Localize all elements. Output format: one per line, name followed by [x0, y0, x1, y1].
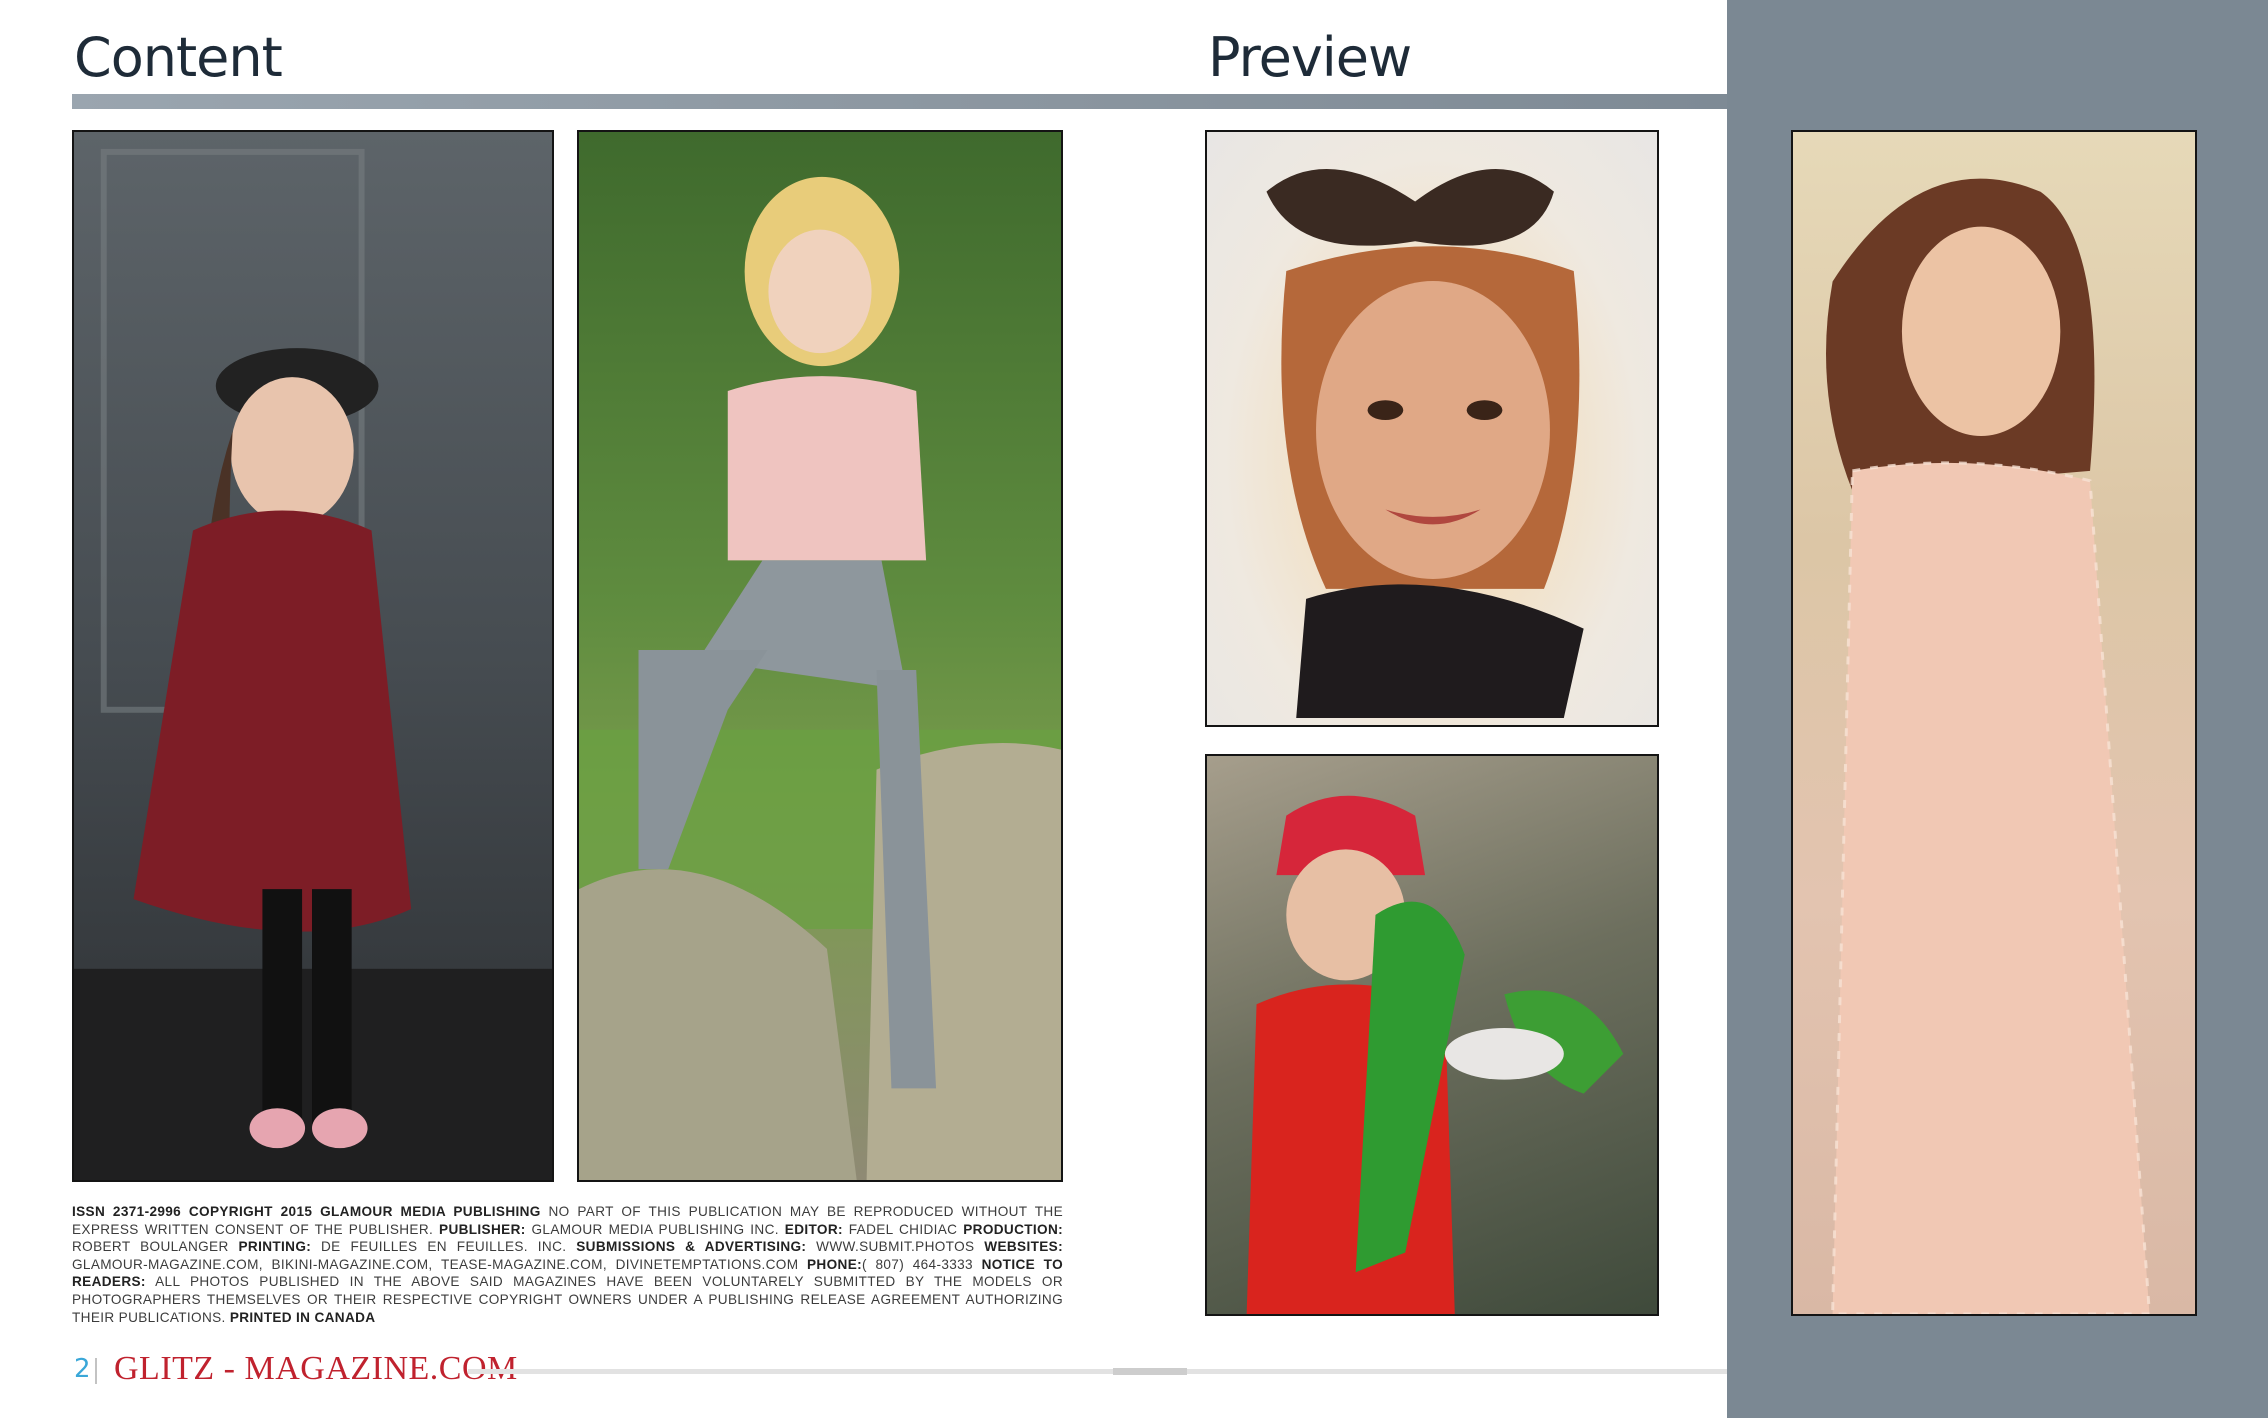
- photo-girl-on-rock[interactable]: [577, 130, 1063, 1182]
- content-heading: Content: [74, 26, 283, 89]
- credits-websites-label: WEBSITES:: [984, 1239, 1063, 1255]
- credits-printed: PRINTED IN CANADA: [229, 1309, 376, 1325]
- credits-readers: ALL PHOTOS PUBLISHED IN THE ABOVE SAID M…: [72, 1274, 1063, 1325]
- publication-credits: ISSN 2371-2996 COPYRIGHT 2015 GLAMOUR ME…: [72, 1203, 1063, 1326]
- footer-separator: [95, 1358, 97, 1384]
- photo-girl-red-cape[interactable]: [72, 130, 554, 1182]
- footer-rule: [468, 1369, 1727, 1374]
- photo-boy-with-parrots[interactable]: [1205, 754, 1659, 1316]
- photo-painted-portrait-image: [1266, 169, 1584, 719]
- credits-submissions: WWW.SUBMIT.PHOTOS: [806, 1239, 985, 1255]
- credits-printing: DE FEUILLES EN FEUILLES. INC.: [311, 1239, 577, 1255]
- header-rule: [72, 94, 1727, 109]
- credits-printing-label: PRINTING:: [238, 1239, 312, 1255]
- footer-brand-link[interactable]: GLITZ - MAGAZINE.COM: [114, 1350, 518, 1388]
- credits-production-label: PRODUCTION:: [963, 1221, 1063, 1237]
- credits-publisher: GLAMOUR MEDIA PUBLISHING INC.: [525, 1221, 785, 1237]
- credits-phone-label: PHONE:: [807, 1256, 862, 1272]
- credits-phone: ( 807) 464-3333: [861, 1256, 982, 1272]
- credits-submissions-label: SUBMISSIONS & ADVERTISING:: [576, 1239, 807, 1255]
- credits-publisher-label: PUBLISHER:: [439, 1221, 526, 1237]
- photo-woman-lace-dress[interactable]: [1791, 130, 2197, 1316]
- photo-boy-with-parrots-image: [1246, 795, 1624, 1314]
- credits-websites: GLAMOUR-MAGAZINE.COM, BIKINI-MAGAZINE.CO…: [72, 1256, 808, 1272]
- credits-production: ROBERT BOULANGER: [72, 1239, 239, 1255]
- credits-editor-label: EDITOR:: [784, 1221, 843, 1237]
- photo-painted-portrait[interactable]: [1205, 130, 1659, 727]
- credits-issn: ISSN 2371-2996 COPYRIGHT 2015 GLAMOUR ME…: [72, 1204, 541, 1219]
- photo-girl-red-cape-image: [74, 148, 552, 1180]
- preview-heading: Preview: [1208, 26, 1412, 89]
- footer-rule-accent: [1113, 1368, 1187, 1375]
- page-number: 2: [74, 1354, 91, 1384]
- photo-girl-on-rock-image: [579, 176, 1061, 1180]
- photo-woman-lace-dress-image: [1826, 178, 2151, 1314]
- credits-editor: FADEL CHIDIAC: [842, 1221, 964, 1237]
